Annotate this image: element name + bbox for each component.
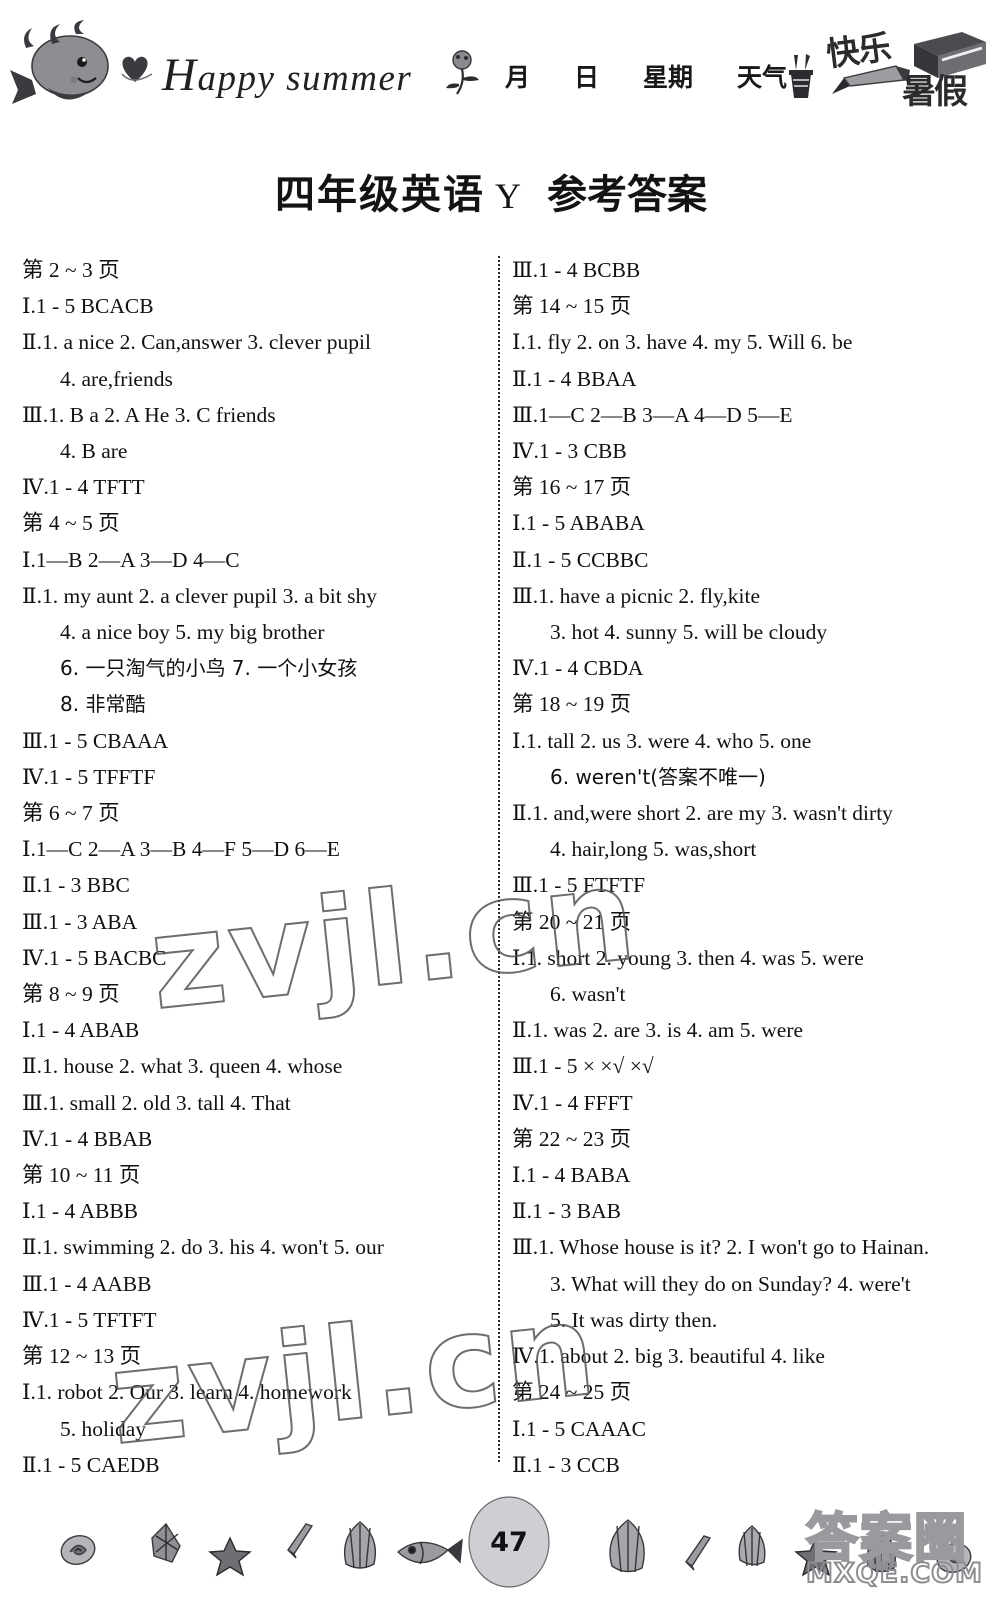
- answer-line: Ⅲ.1. Whose house is it? 2. I won't go to…: [512, 1235, 930, 1260]
- page-range-heading: 第 22 ~ 23 页: [512, 1126, 632, 1151]
- answer-line: Ⅱ.1 - 3 BBC: [22, 873, 130, 898]
- answer-line: Ⅱ.1 - 4 BBAA: [512, 366, 637, 391]
- answer-line: Ⅰ.1 - 5 ABABA: [512, 511, 645, 536]
- answer-line: Ⅲ.1. small 2. old 3. tall 4. That: [22, 1090, 291, 1115]
- page-range-heading: 第 12 ~ 13 页: [22, 1344, 142, 1369]
- page-title-subject: 四年级英语: [275, 172, 485, 218]
- page-range-heading: 第 4 ~ 5 页: [22, 511, 120, 536]
- page-title-label: 参考答案: [547, 172, 707, 218]
- answer-line: Ⅰ.1. tall 2. us 3. were 4. who 5. one: [512, 728, 812, 753]
- answer-line: Ⅰ.1 - 4 ABAB: [22, 1018, 140, 1043]
- page-range-heading: 第 14 ~ 15 页: [512, 294, 632, 319]
- answer-line: Ⅳ.1 - 4 BBAB: [22, 1126, 153, 1151]
- page-number-badge: 47: [470, 1496, 548, 1588]
- answer-columns: 第 2 ~ 3 页 Ⅰ.1 - 5 BCACB Ⅱ.1. a nice 2. Can…: [0, 252, 996, 1477]
- answer-line-continuation: 6. 一只淘气的小鸟 7. 一个小女孩: [60, 656, 358, 681]
- answer-line: Ⅳ.1 - 5 TFTFT: [22, 1307, 157, 1332]
- answer-line: Ⅳ.1 - 5 TFFTF: [22, 764, 156, 789]
- answer-line: Ⅳ.1 - 3 CBB: [512, 439, 627, 464]
- answer-line: Ⅲ.1—C 2—B 3—A 4—D 5—E: [512, 402, 793, 427]
- page-range-heading: 第 16 ~ 17 页: [512, 475, 632, 500]
- heart-icon: [118, 52, 153, 84]
- answer-line-continuation: 4. are,friends: [60, 366, 173, 391]
- page-title: 四年级英语 Y 参考答案: [0, 162, 996, 220]
- happy-summer-rest: appy summer: [197, 58, 413, 99]
- answer-line-continuation: 5. It was dirty then.: [550, 1307, 718, 1332]
- answer-column-right: Ⅲ.1 - 4 BCBB 第 14 ~ 15 页 Ⅰ.1. fly 2. on 3.…: [512, 252, 984, 1483]
- page-range-heading: 第 18 ~ 19 页: [512, 692, 632, 717]
- answer-line: Ⅱ.1. my aunt 2. a clever pupil 3. a bit …: [22, 583, 377, 608]
- column-divider: [498, 256, 500, 1462]
- answer-line: Ⅳ.1 - 5 BACBC: [22, 945, 167, 970]
- page-range-heading: 第 2 ~ 3 页: [22, 258, 120, 282]
- holiday-badge-line2: 暑假: [902, 72, 968, 112]
- date-fields: 月 日 星期 天气: [505, 58, 787, 94]
- answer-line: Ⅱ.1. swimming 2. do 3. his 4. won't 5. o…: [22, 1235, 384, 1260]
- answer-line: Ⅲ.1 - 5 CBAAA: [22, 728, 169, 753]
- answer-line: Ⅲ.1. B a 2. A He 3. C friends: [22, 402, 276, 427]
- page-number: 47: [490, 1526, 528, 1558]
- page-range-heading: 第 8 ~ 9 页: [22, 982, 120, 1007]
- page-range-heading: 第 10 ~ 11 页: [22, 1163, 141, 1188]
- flower-icon: [443, 48, 483, 96]
- answer-line-continuation: 4. B are: [60, 439, 128, 464]
- answer-line: Ⅱ.1 - 5 CCBBC: [512, 547, 649, 572]
- date-field-weather: 天气: [737, 63, 788, 92]
- page-range-heading: 第 20 ~ 21 页: [512, 909, 632, 934]
- answer-line-continuation: 3. hot 4. sunny 5. will be cloudy: [550, 620, 828, 645]
- answer-line: Ⅰ.1—B 2—A 3—D 4—C: [22, 547, 240, 572]
- answer-line-continuation: 6. wasn't: [550, 982, 626, 1007]
- answer-line: Ⅱ.1 - 3 BAB: [512, 1199, 621, 1224]
- answer-line: Ⅲ.1 - 5 × ×√ ×√: [512, 1054, 654, 1079]
- page-range-heading: 第 6 ~ 7 页: [22, 801, 120, 826]
- answer-line-continuation: 8. 非常酷: [60, 692, 146, 717]
- answer-line: Ⅱ.1. and,were short 2. are my 3. wasn't …: [512, 801, 893, 826]
- answer-line: Ⅲ.1 - 5 FTFTF: [512, 873, 646, 898]
- happy-summer-title: Happy summer: [162, 48, 412, 102]
- answer-line: Ⅱ.1. was 2. are 3. is 4. am 5. were: [512, 1018, 804, 1043]
- happy-summer-initial: H: [162, 49, 198, 101]
- answer-line: Ⅰ.1 - 5 CAAAC: [512, 1416, 646, 1441]
- page-title-version: Y: [495, 176, 523, 216]
- answer-line: Ⅰ.1 - 4 BABA: [512, 1163, 631, 1188]
- answer-line-continuation: 5. holiday: [60, 1416, 146, 1441]
- date-field-day: 日: [574, 63, 600, 92]
- answer-line-continuation: 3. What will they do on Sunday? 4. were'…: [550, 1271, 911, 1296]
- answer-line: Ⅰ.1 - 5 BCACB: [22, 294, 154, 319]
- answer-column-left: 第 2 ~ 3 页 Ⅰ.1 - 5 BCACB Ⅱ.1. a nice 2. Can…: [22, 252, 492, 1483]
- answer-line: Ⅰ.1. short 2. young 3. then 4. was 5. we…: [512, 945, 864, 970]
- date-field-month: 月: [505, 63, 531, 92]
- answer-line: Ⅱ.1. a nice 2. Can,answer 3. clever pupi…: [22, 330, 371, 355]
- page-range-heading: 第 24 ~ 25 页: [512, 1380, 632, 1405]
- footer: 47 答案圈 MXQE.COM: [0, 1476, 996, 1600]
- pencil-pot-icon: [784, 52, 818, 100]
- answer-line: Ⅰ.1. fly 2. on 3. have 4. my 5. Will 6. …: [512, 330, 853, 355]
- answer-line: Ⅳ.1. about 2. big 3. beautiful 4. like: [512, 1344, 825, 1369]
- answer-line: Ⅰ.1—C 2—A 3—B 4—F 5—D 6—E: [22, 837, 340, 862]
- answer-line: Ⅳ.1 - 4 FFFT: [512, 1090, 633, 1115]
- holiday-badge: 快乐 暑假: [818, 18, 990, 124]
- answer-line: Ⅳ.1 - 4 TFTT: [22, 475, 145, 500]
- answer-line-continuation: 4. hair,long 5. was,short: [550, 837, 757, 862]
- answer-line: Ⅱ.1. house 2. what 3. queen 4. whose: [22, 1054, 343, 1079]
- answer-line: Ⅲ.1 - 3 ABA: [22, 909, 138, 934]
- answer-line-continuation: 6. weren't(答案不唯一): [550, 764, 766, 789]
- answer-line: Ⅲ.1 - 4 AABB: [22, 1271, 152, 1296]
- date-field-weekday: 星期: [643, 63, 694, 92]
- answer-line: Ⅲ.1 - 4 BCBB: [512, 258, 641, 282]
- whale-icon: [8, 18, 118, 118]
- header-banner: Happy summer 月 日 星期 天气 快乐 暑假: [0, 0, 996, 140]
- answer-line: Ⅲ.1. have a picnic 2. fly,kite: [512, 583, 760, 608]
- answer-line-continuation: 4. a nice boy 5. my big brother: [60, 620, 325, 645]
- answer-line: Ⅰ.1 - 4 ABBB: [22, 1199, 139, 1224]
- answer-line: Ⅰ.1. robot 2. Our 3. learn 4. homework: [22, 1380, 352, 1405]
- answer-line: Ⅳ.1 - 4 CBDA: [512, 656, 644, 681]
